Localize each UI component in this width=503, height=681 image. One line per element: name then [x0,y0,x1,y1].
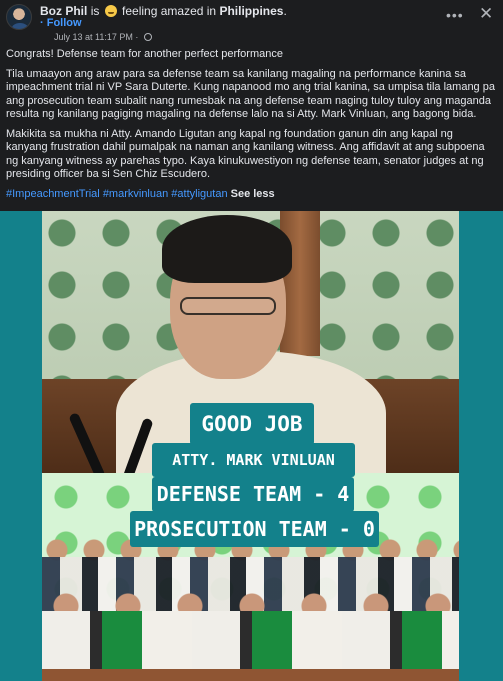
post-header: Boz Phil is feeling amazed in Philippine… [0,0,503,42]
hashtag-attyligutan[interactable]: #attyligutan [171,188,227,200]
overlay-prosecution-score: PROSECUTION TEAM - 0 [130,511,379,547]
hashtag-markvinluan[interactable]: #markvinluan [103,188,168,200]
overlay-attorney-name: ATTY. MARK VINLUAN [152,443,355,477]
feeling-text: feeling amazed in [122,4,217,18]
eyeglasses [180,297,276,315]
post-timestamp[interactable]: July 13 at 11:17 PM [54,32,133,42]
close-icon[interactable]: ✕ [479,4,493,24]
hashtag-impeachmenttrial[interactable]: #ImpeachmentTrial [6,188,100,200]
follow-separator: · [40,17,44,29]
location-link[interactable]: Philippines [219,4,283,18]
amazed-emoji-icon [104,5,117,17]
post-image[interactable]: GOOD JOB ATTY. MARK VINLUAN DEFENSE TEAM… [0,211,503,681]
status-prefix: is [90,4,100,18]
speaker-hair [162,215,292,283]
overlay-defense-score: DEFENSE TEAM - 4 [152,477,354,512]
overlay-good-job: GOOD JOB [190,403,314,445]
follow-button[interactable]: · Follow [40,17,82,29]
public-globe-icon [143,33,152,41]
caption-paragraph-1: Congrats! Defense team for another perfe… [6,48,283,60]
see-less-button[interactable]: See less [231,188,275,200]
period: . [283,4,287,18]
post-meta: July 13 at 11:17 PM · [54,32,152,42]
more-options-icon[interactable]: ••• [446,7,464,23]
caption-paragraph-2: Tila umaayon ang araw para sa defense te… [6,67,495,121]
wood-panel [280,211,320,356]
follow-label[interactable]: Follow [47,17,82,29]
meta-separator: · [135,32,139,42]
post-author-line: Boz Phil is feeling amazed in Philippine… [40,4,287,18]
conference-table [42,669,459,681]
author-avatar[interactable] [6,4,32,30]
post-caption: Congrats! Defense team for another perfe… [6,48,496,207]
caption-hashtags: #ImpeachmentTrial #markvinluan #attyligu… [6,188,496,202]
author-name[interactable]: Boz Phil [40,4,87,18]
caption-paragraph-3: Makikita sa mukha ni Atty. Amando Liguta… [6,127,485,181]
